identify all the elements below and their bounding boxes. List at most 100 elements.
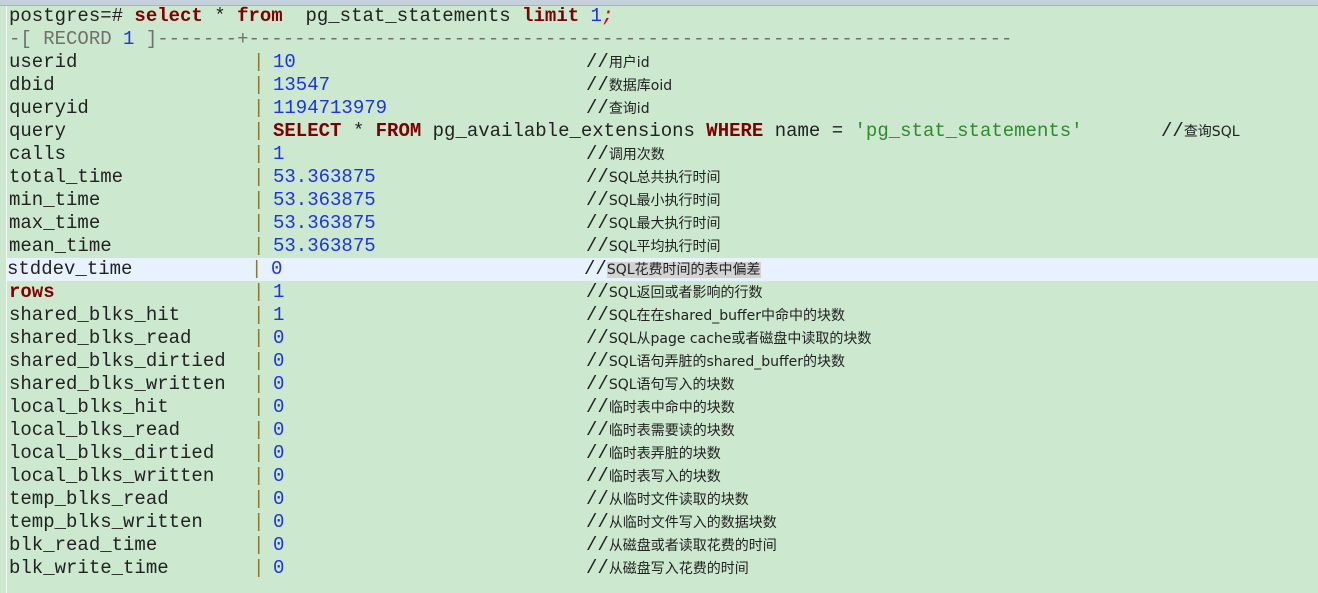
star: * bbox=[202, 5, 238, 27]
field-comment: //从临时文件写入的数据块数 bbox=[586, 511, 777, 535]
field-value: 53.363875 bbox=[273, 212, 376, 234]
query-table: pg_available_extensions bbox=[421, 120, 707, 142]
record-row-shared-blks-hit: shared_blks_hit | 1 //SQL在在shared_buffer中命中… bbox=[9, 304, 1318, 327]
field-name: temp_blks_read bbox=[9, 488, 169, 510]
comment-text: 从磁盘或者读取花费的时间 bbox=[608, 538, 777, 554]
table-name: pg_stat_statements bbox=[282, 5, 523, 27]
field-name: query bbox=[9, 120, 67, 142]
record-row-local-blks-read: local_blks_read | 0 //临时表需要读的块数 bbox=[9, 419, 1318, 442]
field-value: 0 bbox=[273, 534, 285, 556]
column-separator: | bbox=[251, 258, 263, 280]
comment-text: 从临时文件写入的数据块数 bbox=[608, 515, 777, 531]
field-comment: //SQL最小执行时间 bbox=[586, 189, 721, 213]
field-value: 10 bbox=[273, 51, 296, 73]
field-name: blk_write_time bbox=[9, 557, 169, 579]
field-value: 0 bbox=[271, 258, 283, 280]
selected-comment-text[interactable]: SQL花费时间的表中偏差 bbox=[606, 262, 761, 278]
dashes-right: ----------------------------------------… bbox=[248, 28, 1013, 50]
comment-prefix: // bbox=[586, 534, 609, 556]
plus: + bbox=[237, 28, 249, 50]
comment-prefix: // bbox=[586, 235, 609, 257]
column-separator: | bbox=[253, 212, 265, 234]
comment-prefix: // bbox=[586, 465, 609, 487]
comment-prefix: // bbox=[586, 557, 609, 579]
field-comment: //从磁盘写入花费的时间 bbox=[586, 557, 749, 581]
comment-text: SQL在在shared_buffer中命中的块数 bbox=[608, 308, 845, 324]
field-name: local_blks_written bbox=[9, 465, 215, 487]
psql-console-output[interactable]: postgres=# select * from pg_stat_stateme… bbox=[7, 5, 1318, 581]
field-value: 0 bbox=[273, 373, 285, 395]
column-separator: | bbox=[253, 419, 265, 441]
field-value: 1 bbox=[273, 281, 285, 303]
field-name: local_blks_hit bbox=[9, 396, 169, 418]
field-comment: //数据库oid bbox=[586, 74, 672, 98]
record-row-local-blks-dirtied: local_blks_dirtied | 0 //临时表弄脏的块数 bbox=[9, 442, 1318, 465]
column-separator: | bbox=[253, 442, 265, 464]
query-kw-from: FROM bbox=[375, 120, 422, 142]
field-name: userid bbox=[9, 51, 78, 73]
comment-prefix: // bbox=[586, 166, 609, 188]
field-value: 1 bbox=[273, 304, 285, 326]
field-value: 1 bbox=[273, 143, 285, 165]
column-separator: | bbox=[253, 511, 265, 533]
limit-value: 1 bbox=[590, 5, 602, 27]
kw-limit: limit bbox=[522, 5, 580, 27]
query-kw-where: WHERE bbox=[706, 120, 764, 142]
comment-text: 从临时文件读取的块数 bbox=[608, 492, 749, 508]
comment-text: SQL最大执行时间 bbox=[608, 216, 721, 232]
field-comment: //从临时文件读取的块数 bbox=[586, 488, 749, 512]
comment-prefix: // bbox=[586, 350, 609, 372]
comment-prefix: // bbox=[586, 488, 609, 510]
field-comment: //查询id bbox=[586, 97, 650, 121]
field-value: 1194713979 bbox=[273, 97, 388, 119]
comment-prefix: // bbox=[586, 373, 609, 395]
field-name: shared_blks_dirtied bbox=[9, 350, 226, 372]
field-name: blk_read_time bbox=[9, 534, 158, 556]
record-header: -[ RECORD 1 ]-------+-------------------… bbox=[9, 28, 1318, 51]
field-value: 53.363875 bbox=[273, 189, 376, 211]
record-row-max-time: max_time | 53.363875 //SQL最大执行时间 bbox=[9, 212, 1318, 235]
record-row-local-blks-hit: local_blks_hit | 0 //临时表中命中的块数 bbox=[9, 396, 1318, 419]
comment-prefix: // bbox=[584, 258, 607, 280]
comment-prefix: // bbox=[586, 51, 609, 73]
record-open: -[ RECORD bbox=[9, 28, 124, 50]
field-name: mean_time bbox=[9, 235, 112, 257]
record-row-temp-blks-written: temp_blks_written | 0 //从临时文件写入的数据块数 bbox=[9, 511, 1318, 534]
column-separator: | bbox=[253, 120, 265, 142]
comment-prefix: // bbox=[586, 189, 609, 211]
field-value: 53.363875 bbox=[273, 166, 376, 188]
field-value: 0 bbox=[273, 465, 285, 487]
comment-text: 用户id bbox=[608, 55, 650, 71]
record-row-min-time: min_time | 53.363875 //SQL最小执行时间 bbox=[9, 189, 1318, 212]
comment-prefix: // bbox=[586, 74, 609, 96]
column-separator: | bbox=[253, 166, 265, 188]
field-name: rows bbox=[9, 281, 55, 303]
record-row-mean-time: mean_time | 53.363875 //SQL平均执行时间 bbox=[9, 235, 1318, 258]
field-comment: //临时表弄脏的块数 bbox=[586, 442, 721, 466]
record-row-userid: userid | 10 //用户id bbox=[9, 51, 1318, 74]
field-value: 13547 bbox=[273, 74, 331, 96]
comment-text: SQL平均执行时间 bbox=[608, 239, 721, 255]
comment-text: SQL返回或者影响的行数 bbox=[608, 285, 763, 301]
column-separator: | bbox=[253, 465, 265, 487]
field-comment: //SQL花费时间的表中偏差 bbox=[584, 258, 761, 282]
comment-prefix: // bbox=[586, 511, 609, 533]
field-comment: //SQL最大执行时间 bbox=[586, 212, 721, 236]
field-comment: //SQL在在shared_buffer中命中的块数 bbox=[586, 304, 845, 328]
field-value: 0 bbox=[273, 419, 285, 441]
record-row-query: query | SELECT * FROM pg_available_extensi… bbox=[9, 120, 1318, 143]
comment-prefix: // bbox=[586, 143, 609, 165]
record-rows: userid | 10//用户id dbid | 13547//数据库oid queryid… bbox=[7, 51, 1318, 581]
field-value: 0 bbox=[273, 488, 285, 510]
column-separator: | bbox=[253, 557, 265, 579]
field-value: 0 bbox=[273, 511, 285, 533]
command-line: postgres=# select * from pg_stat_stateme… bbox=[9, 5, 1318, 28]
dashes-left: ------- bbox=[157, 28, 238, 50]
column-separator: | bbox=[253, 327, 265, 349]
record-row-local-blks-written: local_blks_written | 0 //临时表写入的块数 bbox=[9, 465, 1318, 488]
field-value: 0 bbox=[273, 557, 285, 579]
field-name: min_time bbox=[9, 189, 101, 211]
record-close: ] bbox=[134, 28, 158, 50]
field-value: 0 bbox=[273, 442, 285, 464]
comment-text: SQL语句弄脏的shared_buffer的块数 bbox=[608, 354, 845, 370]
